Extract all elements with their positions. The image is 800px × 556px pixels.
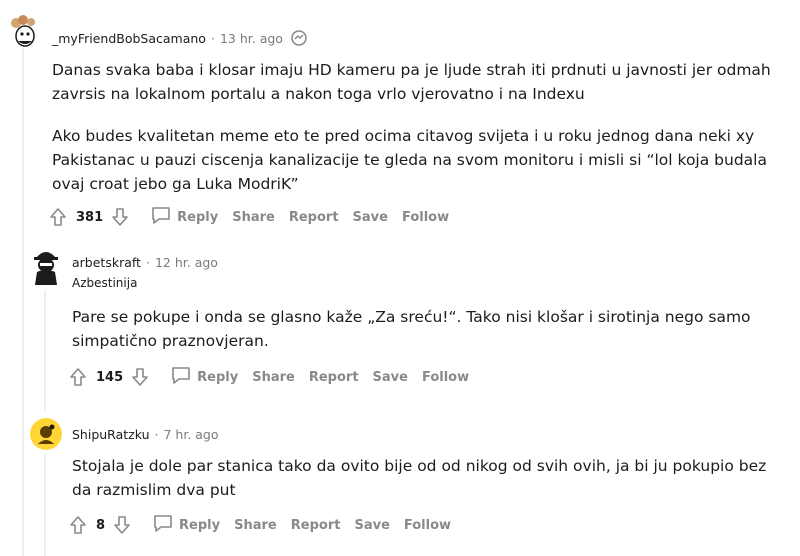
comment-meta: _myFriendBobSacamano · 13 hr. ago (52, 29, 308, 47)
upvote-icon[interactable] (68, 514, 88, 536)
vote-score: 8 (96, 517, 106, 533)
upvote-icon[interactable] (48, 206, 68, 228)
downvote-icon[interactable] (112, 514, 132, 536)
reply-label: Reply (197, 369, 239, 385)
comment-paragraph: Danas svaka baba i klosar imaju HD kamer… (52, 61, 771, 103)
reply-button[interactable]: Reply (150, 205, 218, 229)
username[interactable]: _myFriendBobSacamano (52, 31, 206, 46)
comment-actions: 145 Reply Share Report Save Follow (68, 365, 469, 389)
comment-bubble-icon (170, 365, 192, 389)
username[interactable]: arbetskraft (72, 255, 141, 270)
comment-body: Stojala je dole par stanica tako da ovit… (72, 454, 772, 520)
comment-meta: arbetskraft · 12 hr. ago (72, 255, 218, 270)
share-button[interactable]: Share (234, 518, 277, 533)
avatar[interactable] (8, 14, 42, 48)
avatar[interactable] (30, 418, 62, 450)
comment-actions: 8 Reply Share Report Save Follow (68, 513, 451, 537)
username[interactable]: ShipuRatzku (72, 427, 150, 442)
comment-paragraph: Stojala je dole par stanica tako da ovit… (72, 457, 767, 499)
user-flair: Azbestinija (72, 276, 138, 290)
separator-dot: · (154, 427, 159, 442)
separator-dot: · (210, 30, 215, 46)
award-icon[interactable] (290, 29, 308, 47)
reply-button[interactable]: Reply (152, 513, 220, 537)
report-button[interactable]: Report (309, 370, 359, 385)
avatar[interactable] (30, 246, 62, 286)
save-button[interactable]: Save (373, 370, 408, 385)
downvote-icon[interactable] (130, 366, 150, 388)
reply-label: Reply (179, 517, 221, 533)
reply-button[interactable]: Reply (170, 365, 238, 389)
comment-bubble-icon (152, 513, 174, 537)
timestamp[interactable]: 7 hr. ago (163, 427, 218, 442)
timestamp[interactable]: 13 hr. ago (220, 31, 283, 46)
upvote-icon[interactable] (68, 366, 88, 388)
share-button[interactable]: Share (252, 370, 295, 385)
vote-score: 381 (76, 209, 104, 225)
follow-button[interactable]: Follow (422, 370, 469, 385)
comment-actions: 381 Reply Share Report Save Follow (48, 205, 449, 229)
follow-button[interactable]: Follow (402, 210, 449, 225)
separator-dot: · (145, 255, 150, 270)
downvote-icon[interactable] (110, 206, 130, 228)
thread-line-reply-1[interactable] (44, 290, 46, 410)
save-button[interactable]: Save (354, 518, 389, 533)
follow-button[interactable]: Follow (404, 518, 451, 533)
save-button[interactable]: Save (353, 210, 388, 225)
vote-score: 145 (96, 369, 124, 385)
thread-line-root[interactable] (22, 48, 24, 556)
report-button[interactable]: Report (291, 518, 341, 533)
comment-paragraph: Ako budes kvalitetan meme eto te pred oc… (52, 127, 767, 193)
comment-paragraph: Pare se pokupe i onda se glasno kaže „Za… (72, 308, 751, 350)
comment-body: Danas svaka baba i klosar imaju HD kamer… (52, 58, 772, 214)
comment-meta: ShipuRatzku · 7 hr. ago (72, 427, 219, 442)
thread-line-reply-2[interactable] (44, 454, 46, 556)
report-button[interactable]: Report (289, 210, 339, 225)
reply-label: Reply (177, 209, 219, 225)
comment-bubble-icon (150, 205, 172, 229)
timestamp[interactable]: 12 hr. ago (155, 255, 218, 270)
share-button[interactable]: Share (232, 210, 275, 225)
comment-body: Pare se pokupe i onda se glasno kaže „Za… (72, 305, 772, 371)
